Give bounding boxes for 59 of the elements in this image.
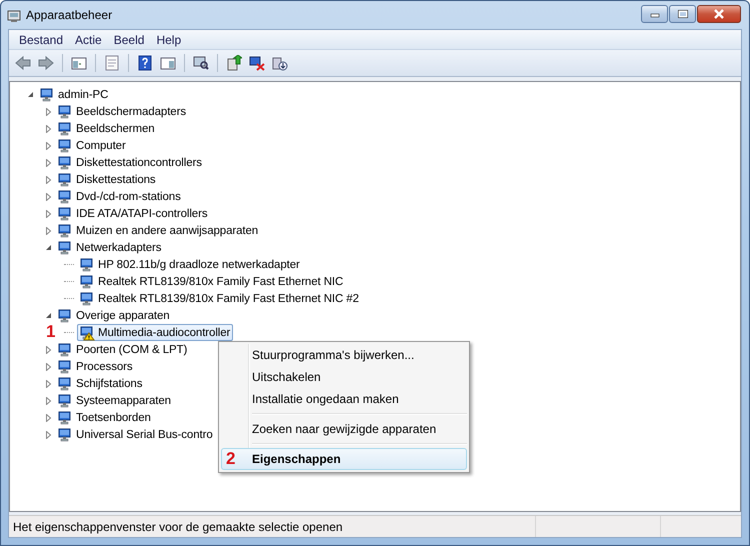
tree-item[interactable]: Muizen en andere aanwijsapparaten	[55, 222, 262, 239]
tree-item[interactable]: Diskettestationcontrollers	[55, 154, 205, 171]
menu-item[interactable]: Beeld	[108, 32, 150, 46]
expand-arrow-icon[interactable]	[44, 396, 52, 404]
menu-item[interactable]: Bestand	[13, 32, 70, 46]
menu-item[interactable]: 2 Eigenschappen	[221, 448, 467, 470]
menu-item[interactable]: Installatie ongedaan maken	[221, 388, 467, 410]
collapse-arrow-icon[interactable]	[44, 312, 52, 319]
expand-arrow-icon[interactable]	[44, 192, 52, 200]
minimize-button[interactable]	[641, 5, 668, 23]
tree-item[interactable]: Beeldschermen	[55, 120, 158, 137]
arrow-right-icon[interactable]	[36, 53, 56, 73]
step-number: 1	[46, 322, 56, 341]
collapse-arrow-icon[interactable]	[44, 244, 52, 251]
tree-item[interactable]: Processors	[55, 358, 136, 375]
menu-item[interactable]: Actie	[69, 32, 108, 46]
menu-item[interactable]: Help	[150, 32, 188, 46]
expand-arrow-icon[interactable]	[44, 414, 52, 422]
status-text: Het eigenschappenvenster voor de gemaakte selectie openen	[12, 518, 344, 536]
tree-item[interactable]: admin-PC	[37, 86, 112, 103]
maximize-icon	[678, 10, 688, 18]
tree-item[interactable]: Poorten (COM & LPT)	[55, 341, 190, 358]
tree-item[interactable]: Universal Serial Bus-contro	[55, 426, 216, 443]
tree-item[interactable]: Schijfstations	[55, 375, 146, 392]
close-icon	[713, 9, 725, 19]
computer-icon	[7, 8, 21, 22]
window-title: Apparaatbeheer	[26, 8, 114, 22]
tree-item[interactable]: Dvd-/cd-rom-stations	[55, 188, 184, 205]
expand-arrow-icon[interactable]	[44, 346, 52, 354]
tree-item[interactable]: Toetsenborden	[55, 409, 154, 426]
menu-item[interactable]: Zoeken naar gewijzigde apparaten	[221, 418, 467, 440]
tree-item[interactable]: Realtek RTL8139/810x Family Fast Ethernet NIC	[77, 273, 346, 290]
tree-item[interactable]: Netwerkadapters	[55, 239, 164, 256]
tree-item[interactable]: Computer	[55, 137, 129, 154]
tree-item[interactable]: Systeemapparaten	[55, 392, 174, 409]
expand-arrow-icon[interactable]	[44, 158, 52, 166]
tree-item[interactable]: HP 802.11b/g draadloze netwerkadapter	[77, 256, 303, 273]
menu-item[interactable]: Uitschakelen	[221, 366, 467, 388]
tree-item[interactable]: Diskettestations	[55, 171, 159, 188]
arrow-left-icon[interactable]	[13, 53, 33, 73]
expand-arrow-icon[interactable]	[44, 108, 52, 116]
tree-item[interactable]: Multimedia-audiocontroller	[77, 324, 234, 341]
tree-item[interactable]: Realtek RTL8139/810x Family Fast Ethernet NIC #2	[77, 290, 362, 307]
tree-item[interactable]: Overige apparaten	[55, 307, 173, 324]
close-button[interactable]	[697, 5, 741, 23]
collapse-arrow-icon[interactable]	[26, 91, 34, 98]
tree-item[interactable]: IDE ATA/ATAPI-controllers	[55, 205, 210, 222]
expand-arrow-icon[interactable]	[44, 210, 52, 218]
expand-arrow-icon[interactable]	[44, 362, 52, 370]
step-number: 2	[226, 449, 236, 469]
expand-arrow-icon[interactable]	[44, 226, 52, 234]
expand-arrow-icon[interactable]	[44, 142, 52, 150]
menu-item[interactable]: Stuurprogramma's bijwerken...	[221, 344, 467, 366]
maximize-button[interactable]	[669, 5, 696, 23]
expand-arrow-icon[interactable]	[44, 124, 52, 132]
expand-arrow-icon[interactable]	[44, 176, 52, 184]
expand-arrow-icon[interactable]	[44, 430, 52, 438]
tree-item[interactable]: Beeldschermadapters	[55, 103, 189, 120]
expand-arrow-icon[interactable]	[44, 380, 52, 388]
